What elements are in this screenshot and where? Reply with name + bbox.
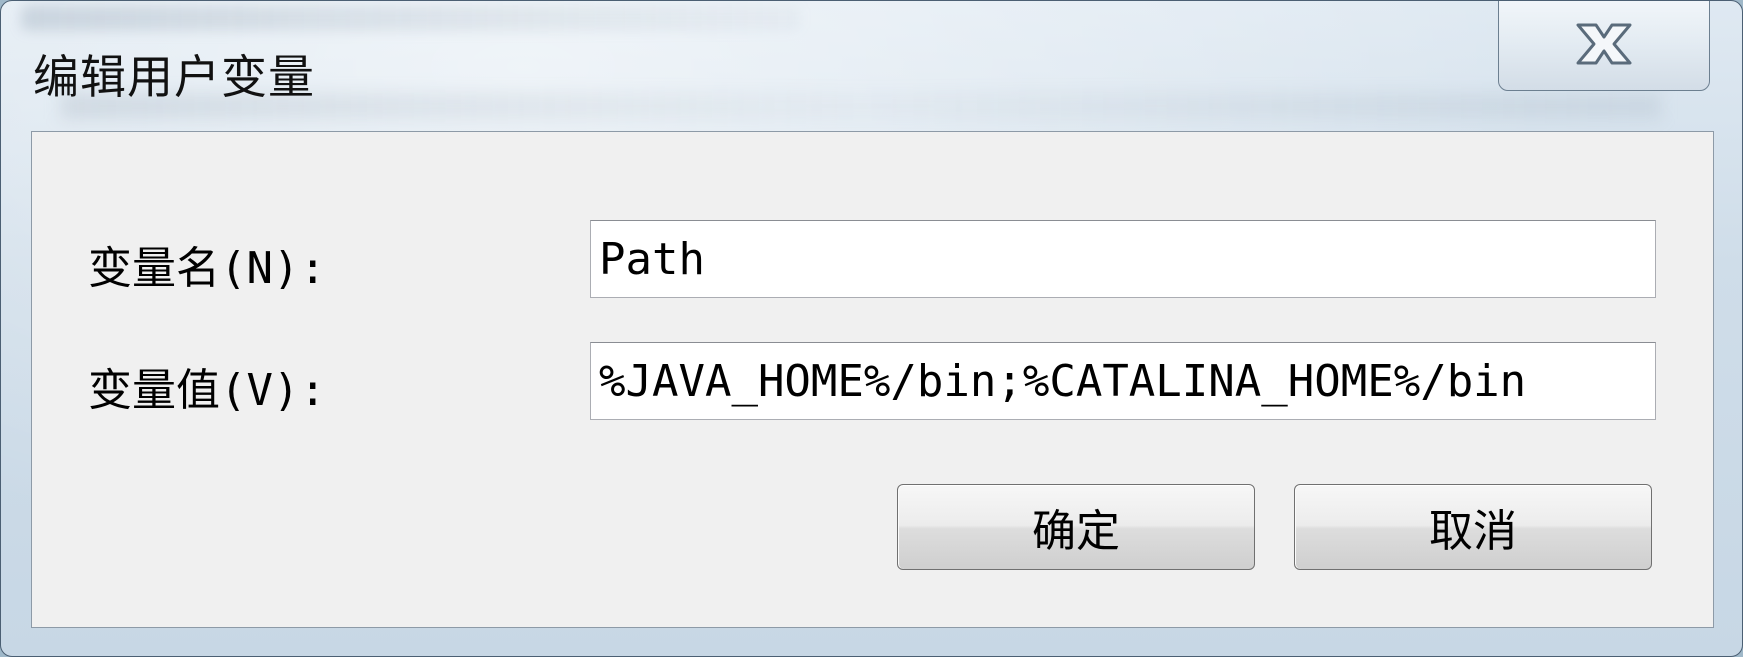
dialog-title: 编辑用户变量 — [33, 50, 315, 104]
ok-button[interactable]: 确定 — [897, 484, 1255, 570]
title-bar[interactable]: 编辑用户变量 — [1, 1, 1742, 131]
variable-name-label: 变量名(N): — [88, 243, 326, 294]
dialog-content: 变量名(N): 变量值(V): 确定 取消 — [31, 131, 1714, 628]
variable-name-input[interactable] — [590, 220, 1656, 298]
close-button[interactable] — [1498, 1, 1710, 91]
dialog-window: 编辑用户变量 变量名(N): 变量值(V): 确定 取消 — [0, 0, 1743, 657]
cancel-button[interactable]: 取消 — [1294, 484, 1652, 570]
variable-value-input[interactable] — [590, 342, 1656, 420]
close-icon — [1572, 21, 1636, 67]
variable-value-label: 变量值(V): — [88, 365, 326, 416]
background-blur — [21, 5, 801, 31]
